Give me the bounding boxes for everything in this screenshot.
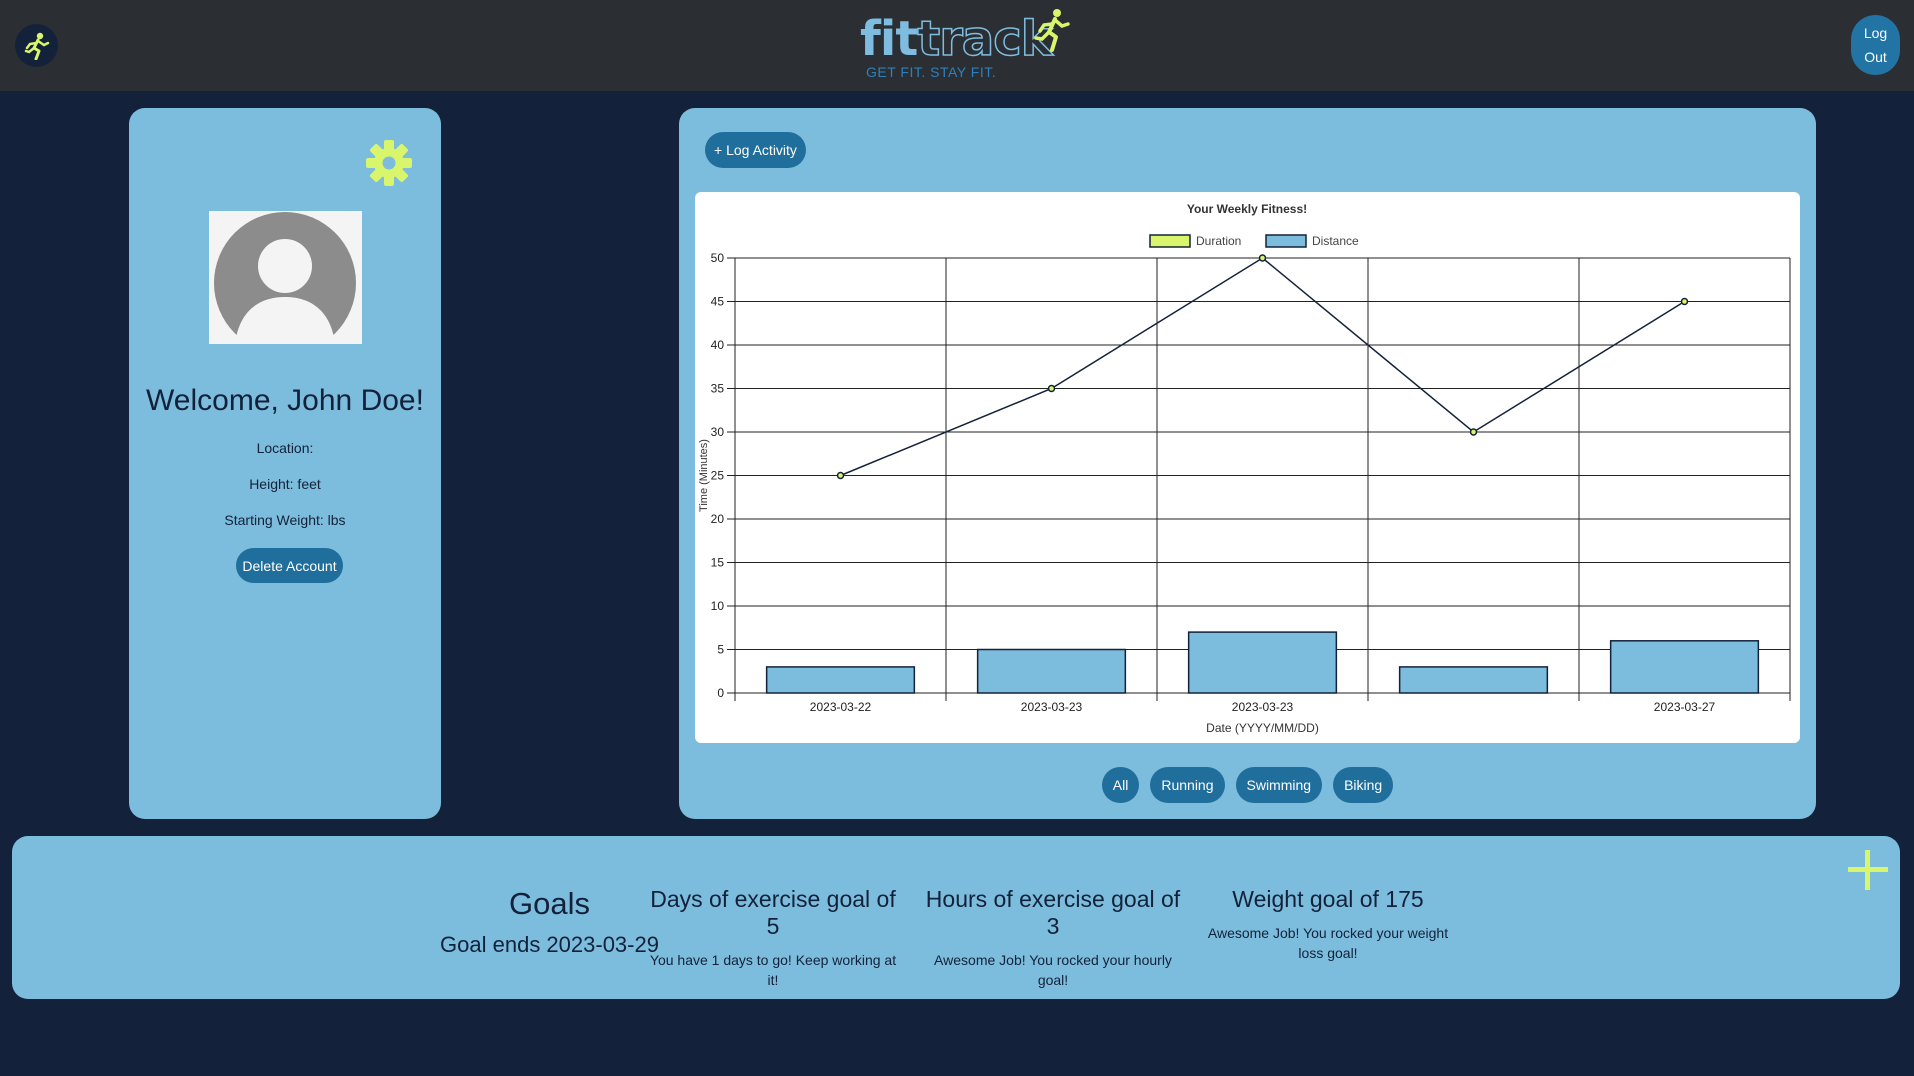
filter-swimming-button[interactable]: Swimming [1235,767,1323,803]
bar-distance [976,648,1127,694]
home-button[interactable] [15,24,58,67]
height-text: Height: feet [249,476,321,492]
runner-icon [24,32,49,60]
logout-label-line2: Out [1864,49,1887,65]
x-axis-label: Date (YYYY/MM/DD) [1206,721,1319,735]
legend-swatch-duration [1149,234,1191,248]
bar-distance [1398,666,1549,694]
point-duration [1469,428,1478,436]
y-tick-label: 45 [711,295,725,309]
profile-card: Welcome, John Doe! Location: Height: fee… [129,108,441,819]
y-tick-label: 30 [711,425,725,439]
x-tick-label: 2023-03-22 [810,700,872,714]
welcome-heading: Welcome, John Doe! [146,384,424,417]
filter-running-button[interactable]: Running [1150,767,1225,803]
x-tick-label: 2023-03-23 [1021,700,1083,714]
chart-title: Your Weekly Fitness! [1187,202,1307,216]
line-duration [840,257,1685,477]
logo-wordmark: fittrack [860,10,1053,68]
logo-runner-icon [1034,9,1070,52]
goal-message: You have 1 days to go! Keep working at i… [649,952,897,988]
weekly-fitness-chart: Your Weekly Fitness! Duration Distance 0 5 10… [698,202,1791,735]
logout-label-line1: Log [1863,25,1888,41]
goal-title: Weight goal of 175 [1232,886,1424,912]
filter-biking-button[interactable]: Biking [1333,767,1394,803]
bar-distance [1187,631,1338,694]
activity-card: + Log Activity Your Weekly Fitness! Durat… [679,108,1816,819]
point-duration [836,471,845,480]
user-silhouette-icon [214,212,356,344]
logo-tagline: GET FIT. STAY FIT. [866,64,997,80]
gear-icon[interactable] [365,139,413,187]
y-tick-label: 10 [711,599,725,613]
goal-title: Hours of exercise goal of 3 [925,886,1181,939]
filter-all-button[interactable]: All [1101,767,1140,803]
bar-distance [765,666,916,694]
log-activity-button[interactable]: + Log Activity [705,132,806,168]
avatar [209,211,362,344]
starting-weight-text: Starting Weight: lbs [224,512,346,528]
goals-end-date: Goal ends 2023-03-29 [440,932,659,957]
delete-account-button[interactable]: Delete Account [236,548,343,583]
y-tick-label: 50 [711,251,725,265]
point-duration [1047,384,1056,393]
legend-label-distance: Distance [1312,234,1359,248]
top-bar: fittrack GET FIT. STAY FIT. Log Out [0,0,1914,91]
goals-card: Goals Goal ends 2023-03-29 Days of exerc… [12,836,1900,999]
goal-days: Days of exercise goal of 5 You have 1 da… [643,886,903,990]
goal-hours: Hours of exercise goal of 3 Awesome Job!… [923,886,1183,990]
y-tick-label: 40 [711,338,725,352]
legend-label-duration: Duration [1196,234,1241,248]
point-duration [1680,297,1689,306]
y-tick-label: 20 [711,512,725,526]
y-axis-label: Time (Minutes) [698,439,710,512]
y-tick-label: 15 [711,556,725,570]
legend-swatch-distance [1265,234,1307,248]
activity-filters: All Running Swimming Biking [679,767,1816,803]
chart-container: Your Weekly Fitness! Duration Distance 0 5 10… [695,192,1800,743]
bar-distance [1609,640,1760,694]
goals-title: Goals [509,886,590,921]
fittrack-logo[interactable]: fittrack GET FIT. STAY FIT. [860,8,1070,84]
logout-button[interactable]: Log Out [1851,15,1900,75]
y-tick-label: 35 [711,382,725,396]
goal-title: Days of exercise goal of 5 [650,886,896,939]
x-tick-label: 2023-03-23 [1232,700,1294,714]
x-tick-label: 2023-03-27 [1654,700,1716,714]
y-tick-label: 5 [717,643,724,657]
goal-message: Awesome Job! You rocked your weight loss… [1207,925,1449,961]
y-tick-label: 25 [711,469,725,483]
plus-icon[interactable] [1846,848,1890,892]
goal-message: Awesome Job! You rocked your hourly goal… [934,952,1172,988]
y-tick-label: 0 [717,686,724,700]
goal-weight: Weight goal of 175 Awesome Job! You rock… [1203,886,1453,963]
location-text: Location: [256,440,314,456]
point-duration [1258,254,1267,262]
